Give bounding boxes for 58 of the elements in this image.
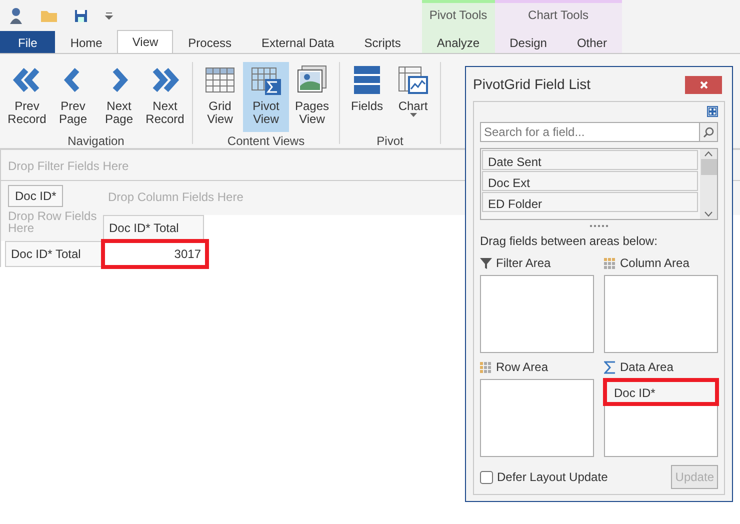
rows-icon	[480, 360, 492, 374]
layout-icon[interactable]	[707, 106, 718, 117]
group-label: Content Views	[227, 133, 305, 150]
column-header: Doc ID* Total	[103, 215, 204, 241]
context-group-header: Pivot Tools	[422, 0, 495, 31]
column-drop-hint: Drop Column Fields Here	[107, 189, 244, 206]
field-list-item[interactable]: ED Folder	[482, 192, 698, 212]
ribbon-tab[interactable]: Process	[173, 31, 247, 53]
context-group-header: Chart Tools	[494, 0, 622, 31]
close-icon	[700, 80, 708, 88]
ribbon-tab[interactable]: Design	[494, 31, 562, 53]
dialog-title: PivotGrid Field List	[473, 75, 590, 94]
ribbon-button[interactable]: Prev Record	[4, 62, 50, 132]
data-cell: 3017	[103, 241, 207, 267]
ribbon-tab[interactable]: Scripts	[349, 31, 416, 53]
ribbon-button[interactable]: Prev Page	[50, 62, 96, 132]
area-label: Row Area	[496, 359, 548, 376]
sigma-icon	[604, 360, 616, 374]
checkbox[interactable]	[480, 470, 493, 484]
field-list-item[interactable]: Doc Ext	[482, 171, 698, 191]
instruction-text: Drag fields between areas below:	[480, 233, 658, 250]
area-field[interactable]: Doc ID*	[605, 380, 717, 404]
ribbon-button[interactable]: Next Record	[142, 62, 188, 132]
columns-icon	[604, 256, 616, 270]
ribbon-button[interactable]: Pivot View	[243, 62, 289, 132]
field-button[interactable]: Doc ID*	[8, 185, 64, 207]
funnel-icon	[480, 256, 492, 270]
ribbon-button[interactable]: Next Page	[96, 62, 142, 132]
ribbon-tab[interactable]: Home	[55, 31, 118, 53]
group-label: Navigation	[68, 133, 124, 150]
area-label: Data Area	[620, 359, 674, 376]
user-icon[interactable]	[8, 7, 24, 25]
ribbon-button[interactable]: Fields	[344, 62, 390, 132]
checkbox-label: Defer Layout Update	[497, 469, 608, 486]
group-label: Pivot	[376, 133, 404, 150]
ribbon-button[interactable]: Grid View	[197, 62, 243, 132]
chart-icon	[397, 64, 429, 96]
search-field[interactable]: Search for a field...	[480, 122, 700, 142]
area-label: Filter Area	[496, 255, 551, 272]
scroll-thumb[interactable]	[700, 159, 716, 175]
row-drop-hint: Drop Row Fields Here	[8, 210, 98, 234]
search-button[interactable]	[700, 122, 718, 142]
close-button[interactable]	[685, 76, 722, 94]
ribbon-tab[interactable]: Other	[562, 31, 622, 53]
fields-icon	[351, 64, 383, 96]
ribbon-tab[interactable]: External Data	[246, 31, 350, 53]
ribbon-button[interactable]: Chart	[390, 62, 436, 132]
ribbon-tab[interactable]: Analyze	[422, 31, 495, 53]
caret-icon[interactable]	[104, 12, 114, 20]
file-tab[interactable]: File	[0, 31, 56, 53]
save-icon[interactable]	[74, 9, 88, 23]
search-icon	[703, 126, 714, 138]
ribbon-button[interactable]: Pages View	[289, 62, 335, 132]
area-label: Column Area	[620, 255, 690, 272]
ribbon-tab[interactable]: View	[117, 30, 174, 53]
scrollbar[interactable]	[700, 149, 717, 219]
row-header: Doc ID* Total	[5, 241, 103, 267]
field-list-item[interactable]: Date Sent	[482, 150, 698, 170]
